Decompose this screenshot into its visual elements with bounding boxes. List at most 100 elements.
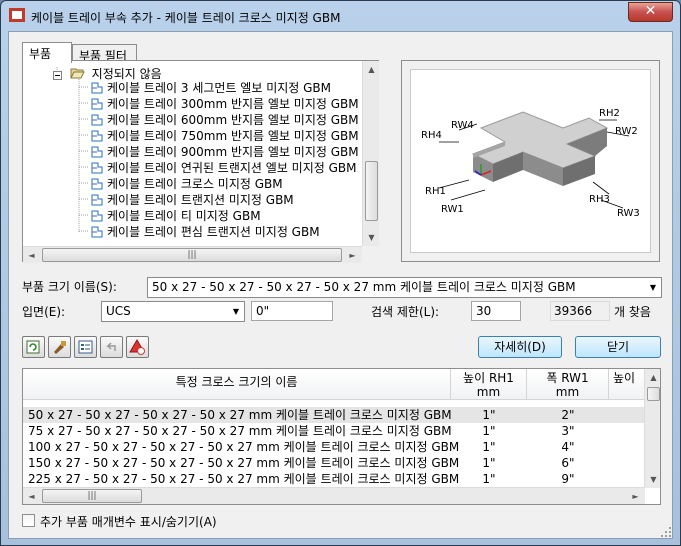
column-header-width-rw1[interactable]: 폭 RW1 mm [527,369,609,400]
close-button[interactable]: 닫기 [575,336,661,358]
table-row[interactable]: 100 x 27 - 50 x 27 - 50 x 27 - 50 x 27 m… [23,439,645,455]
fitting-part-icon [89,145,104,158]
table-row[interactable]: 75 x 27 - 50 x 27 - 50 x 27 - 50 x 27 mm… [23,423,645,439]
tree-item[interactable]: 케이블 트레이 편심 트랜지션 미지정 GBM [89,224,320,240]
delete-part-icon [129,339,145,355]
dropdown-arrow-icon[interactable]: ▼ [228,302,244,321]
width-rw1-cell: 9" [561,472,575,486]
scroll-right-icon[interactable]: ► [627,488,644,504]
table-hscroll-thumb[interactable]: ||| [42,489,142,503]
part-preview: RH4 RW4 RH2 RW2 RH1 RW1 RH3 RW3 [410,69,651,253]
delete-part-button[interactable] [126,336,149,358]
cross-fitting-preview-image: RH4 RW4 RH2 RW2 RH1 RW1 RH3 RW3 [421,108,640,219]
tree-item[interactable]: 케이블 트레이 티 미지정 GBM [89,208,261,224]
size-name-combo[interactable]: 50 x 27 - 50 x 27 - 50 x 27 - 50 x 27 mm… [147,277,662,298]
scroll-up-icon[interactable]: ▲ [645,369,660,386]
size-name-label: 부품 크기 이름(S): [22,280,117,294]
tree-root-label: 지정되지 않음 [91,67,162,81]
close-window-button[interactable]: ✕ [628,2,673,22]
preview-label-rh1: RH1 [425,186,446,197]
table-row[interactable]: 225 x 27 - 50 x 27 - 50 x 27 - 50 x 27 m… [23,471,645,487]
show-params-label[interactable]: 추가 부품 매개변수 표시/숨기기(A) [40,513,217,530]
tree-item-label: 케이블 트레이 900mm 반지름 엘보 미지정 GBM [107,145,359,159]
scroll-down-icon[interactable]: ▼ [363,229,380,246]
refresh-button[interactable] [22,336,45,358]
scroll-right-icon[interactable]: ► [344,247,361,264]
found-count: 39366 [550,301,610,321]
size-table[interactable]: 특정 크로스 크기의 이름 높이 RH1 mm 폭 RW1 mm 높이 50 x… [22,368,661,505]
size-name-cell: 150 x 27 - 50 x 27 - 50 x 27 - 50 x 27 m… [28,456,460,470]
preview-label-rw1: RW1 [441,204,464,215]
tree-vscroll-thumb[interactable] [365,161,378,221]
fitting-part-icon [89,209,104,222]
properties-button[interactable] [74,336,97,358]
column-header-height-rh1[interactable]: 높이 RH1 mm [451,369,527,400]
tree-item-label: 케이블 트레이 크로스 미지정 GBM [107,177,283,191]
scroll-down-icon[interactable]: ▼ [645,471,660,488]
height-rh1-cell: 1" [482,456,496,470]
details-button[interactable]: 자세히(D) [478,336,562,358]
fitting-part-icon [89,81,104,94]
scroll-left-icon[interactable]: ◄ [23,247,40,264]
preview-label-rw4: RW4 [451,120,474,131]
dropdown-arrow-icon[interactable]: ▼ [645,278,661,297]
fitting-part-icon [89,225,104,238]
search-limit-input[interactable]: 30 [471,301,521,321]
height-rh1-cell: 1" [482,472,496,486]
elevation-combo-value: UCS [106,304,131,318]
show-params-checkbox[interactable] [22,514,35,527]
tree-item[interactable]: 케이블 트레이 3 세그먼트 엘보 미지정 GBM [89,80,331,96]
elevation-combo[interactable]: UCS ▼ [101,301,245,322]
width-rw1-cell: 6" [561,456,575,470]
tree-item[interactable]: 케이블 트레이 900mm 반지름 엘보 미지정 GBM [89,144,359,160]
tree-vertical-scrollbar[interactable]: ▲ ▼ [362,61,379,246]
part-preview-frame: RH4 RW4 RH2 RW2 RH1 RW1 RH3 RW3 [401,60,660,262]
resize-grip-icon[interactable] [660,526,672,538]
scroll-left-icon[interactable]: ◄ [23,488,40,504]
tree-horizontal-scrollbar[interactable]: ◄ ||| ► [23,246,362,263]
column-header-height-next[interactable]: 높이 [609,369,645,400]
column-header-name[interactable]: 특정 크로스 크기의 이름 [23,369,451,400]
elevation-value-input[interactable]: 0" [251,301,333,321]
tree-hscroll-thumb[interactable]: ||| [42,248,342,262]
fitting-part-icon [89,193,104,206]
undo-button[interactable] [100,336,123,358]
paint-button[interactable] [48,336,71,358]
width-rw1-cell: 4" [561,440,575,454]
size-name-cell: 50 x 27 - 50 x 27 - 50 x 27 - 50 x 27 mm… [28,408,452,422]
tree-item-label: 케이블 트레이 750mm 반지름 엘보 미지정 GBM [107,129,359,143]
parts-tab-panel: 지정되지 않음 케이블 트레이 3 세그먼트 엘보 미지정 GBM 케이블 트레이… [22,60,379,263]
fitting-part-icon [89,161,104,174]
preview-label-rh4: RH4 [421,130,442,141]
tree-item[interactable]: 케이블 트레이 크로스 미지정 GBM [89,176,283,192]
collapse-minus-icon[interactable] [53,68,63,81]
tree-item[interactable]: 케이블 트레이 600mm 반지름 엘보 미지정 GBM [89,112,359,128]
tree-item-label: 케이블 트레이 600mm 반지름 엘보 미지정 GBM [107,113,359,127]
tree-item[interactable]: 케이블 트레이 300mm 반지름 엘보 미지정 GBM [89,96,359,112]
tree-item[interactable]: 케이블 트레이 750mm 반지름 엘보 미지정 GBM [89,128,359,144]
fitting-part-icon [89,113,104,126]
tree-item-label: 케이블 트레이 트랜지션 미지정 GBM [107,193,294,207]
fitting-part-icon [89,177,104,190]
tree-item-label: 케이블 트레이 티 미지정 GBM [107,209,261,223]
scroll-up-icon[interactable]: ▲ [363,61,380,78]
table-horizontal-scrollbar[interactable]: ◄ ||| ► [23,487,645,504]
table-row[interactable]: 50 x 27 - 50 x 27 - 50 x 27 - 50 x 27 mm… [23,407,645,423]
preview-label-rw3: RW3 [617,208,640,219]
tree-item[interactable]: 케이블 트레이 연귀된 트랜지션 엘보 미지정 GBM [89,160,357,176]
preview-label-rw2: RW2 [615,126,638,137]
tab-parts[interactable]: 부품 [22,42,72,63]
size-name-cell: 225 x 27 - 50 x 27 - 50 x 27 - 50 x 27 m… [28,472,460,486]
table-row[interactable]: 150 x 27 - 50 x 27 - 50 x 27 - 50 x 27 m… [23,455,645,471]
paint-brush-icon [54,341,66,354]
tree-item-label: 케이블 트레이 연귀된 트랜지션 엘보 미지정 GBM [107,161,357,175]
size-name-value: 50 x 27 - 50 x 27 - 50 x 27 - 50 x 27 mm… [152,280,576,294]
table-vscroll-thumb[interactable] [647,387,660,401]
table-vertical-scrollbar[interactable]: ▲ ▼ [644,369,660,488]
tree-item[interactable]: 케이블 트레이 트랜지션 미지정 GBM [89,192,294,208]
refresh-icon [26,340,40,354]
width-rw1-cell: 3" [561,424,575,438]
title-bar[interactable]: 케이블 트레이 부속 추가 - 케이블 트레이 크로스 미지정 GBM ✕ [1,1,680,31]
height-rh1-cell: 1" [482,424,496,438]
part-tree[interactable]: 지정되지 않음 케이블 트레이 3 세그먼트 엘보 미지정 GBM 케이블 트레이… [28,66,362,246]
